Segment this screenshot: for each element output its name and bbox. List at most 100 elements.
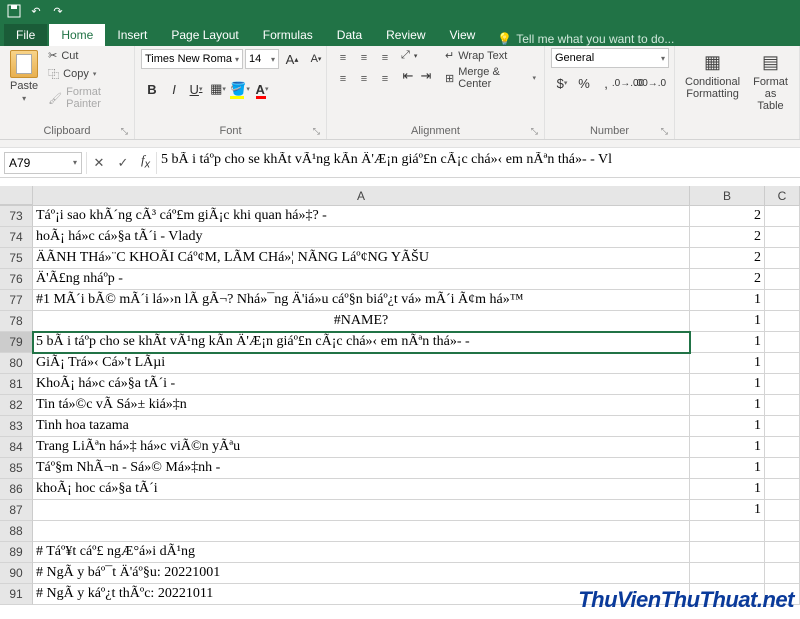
dialog-launcher-icon[interactable]: ⤡ xyxy=(121,126,128,137)
shrink-font-icon[interactable]: A▾ xyxy=(305,48,327,70)
cell[interactable]: 1 xyxy=(690,479,765,500)
merge-center-button[interactable]: ⊞Merge & Center▾ xyxy=(443,65,538,91)
font-color-button[interactable]: A▾ xyxy=(251,78,273,100)
row-header[interactable]: 84 xyxy=(0,437,33,458)
cell[interactable]: 2 xyxy=(690,248,765,269)
cell[interactable]: 2 xyxy=(690,269,765,290)
format-as-table-button[interactable]: ▤ Format as Table xyxy=(748,48,793,114)
align-top-icon[interactable]: ≡ xyxy=(333,48,353,68)
conditional-formatting-button[interactable]: ▦ Conditional Formatting xyxy=(681,48,744,102)
row-header[interactable]: 77 xyxy=(0,290,33,311)
dialog-launcher-icon[interactable]: ⤡ xyxy=(661,126,668,137)
tab-file[interactable]: File xyxy=(4,24,47,46)
orientation-button[interactable]: ⤢▾ xyxy=(399,48,435,63)
cell[interactable] xyxy=(765,206,800,227)
cell[interactable] xyxy=(765,269,800,290)
tab-view[interactable]: View xyxy=(438,24,488,46)
wrap-text-button[interactable]: ↵Wrap Text xyxy=(443,48,538,63)
cell[interactable]: 1 xyxy=(690,332,765,353)
align-right-icon[interactable]: ≡ xyxy=(375,69,395,89)
cell[interactable] xyxy=(765,353,800,374)
cell[interactable]: 2 xyxy=(690,227,765,248)
align-center-icon[interactable]: ≡ xyxy=(354,69,374,89)
cell[interactable] xyxy=(765,248,800,269)
accounting-format-icon[interactable]: $▾ xyxy=(551,72,573,94)
percent-format-icon[interactable]: % xyxy=(573,72,595,94)
name-box[interactable]: A79 ▾ xyxy=(4,152,82,174)
font-name-select[interactable]: Times New Roma▾ xyxy=(141,49,243,69)
border-button[interactable]: ▦▾ xyxy=(207,78,229,100)
cell[interactable]: Tin tá»©c vÃ Sá»± kiá»‡n xyxy=(33,395,690,416)
save-icon[interactable] xyxy=(4,2,24,20)
cell[interactable]: 1 xyxy=(690,311,765,332)
cell[interactable]: 1 xyxy=(690,395,765,416)
cell[interactable] xyxy=(765,311,800,332)
cell[interactable] xyxy=(765,416,800,437)
cell[interactable]: 1 xyxy=(690,458,765,479)
cell[interactable]: 1 xyxy=(690,374,765,395)
row-header[interactable]: 80 xyxy=(0,353,33,374)
cell[interactable]: Táº¡i sao khÃ´ng cÃ³ cáº£m giÃ¡c khi qua… xyxy=(33,206,690,227)
cancel-formula-icon[interactable]: ✕ xyxy=(87,152,111,174)
row-header[interactable]: 91 xyxy=(0,584,33,605)
cell[interactable]: Táº§m NhÃ¬n - Sá»© Má»‡nh - xyxy=(33,458,690,479)
row-header[interactable]: 87 xyxy=(0,500,33,521)
underline-button[interactable]: U▾ xyxy=(185,78,207,100)
cell[interactable] xyxy=(765,500,800,521)
align-bottom-icon[interactable]: ≡ xyxy=(375,48,395,68)
row-header[interactable]: 90 xyxy=(0,563,33,584)
formula-input[interactable]: 5 bÃ i táº­p cho se khÃ­t vÃ¹ng kÃ­n Ä'Æ… xyxy=(157,152,800,174)
cell[interactable]: #1 MÃ´i bÃ© mÃ´i lá»›n lÃ gÃ¬? Nhá»¯ng Ä… xyxy=(33,290,690,311)
cell[interactable] xyxy=(765,479,800,500)
undo-icon[interactable]: ↶ xyxy=(26,2,46,20)
format-painter-button[interactable]: 🖌Format Painter xyxy=(46,85,128,111)
cell[interactable]: hoÃ¡ há»c cá»§a tÃ´i - Vlady xyxy=(33,227,690,248)
row-header[interactable]: 75 xyxy=(0,248,33,269)
row-header[interactable]: 79 xyxy=(0,332,33,353)
cell[interactable]: Tinh hoa tazama xyxy=(33,416,690,437)
decrease-indent-icon[interactable]: ⇤ xyxy=(399,65,417,87)
cell[interactable] xyxy=(765,374,800,395)
tab-formulas[interactable]: Formulas xyxy=(251,24,325,46)
cell[interactable]: Ä'Ã£ng nháº­p - xyxy=(33,269,690,290)
tab-page-layout[interactable]: Page Layout xyxy=(159,24,250,46)
cell[interactable] xyxy=(765,521,800,542)
row-header[interactable]: 89 xyxy=(0,542,33,563)
tab-data[interactable]: Data xyxy=(325,24,374,46)
copy-button[interactable]: ⿻Copy▾ xyxy=(46,65,128,83)
increase-indent-icon[interactable]: ⇥ xyxy=(417,65,435,87)
cell[interactable] xyxy=(690,563,765,584)
row-header[interactable]: 86 xyxy=(0,479,33,500)
cell[interactable] xyxy=(765,437,800,458)
align-left-icon[interactable]: ≡ xyxy=(333,69,353,89)
cell[interactable] xyxy=(765,227,800,248)
tell-me-search[interactable]: 💡 Tell me what you want to do... xyxy=(497,32,674,46)
row-header[interactable]: 78 xyxy=(0,311,33,332)
cell[interactable]: # Táº¥t cáº£ ngÆ°á»i dÃ¹ng xyxy=(33,542,690,563)
fx-icon[interactable]: fx xyxy=(135,152,156,174)
paste-button[interactable]: Paste ▾ xyxy=(6,48,42,105)
cell[interactable]: 1 xyxy=(690,437,765,458)
cell[interactable] xyxy=(690,521,765,542)
cell[interactable] xyxy=(765,458,800,479)
cell[interactable] xyxy=(33,500,690,521)
cell[interactable]: ÄÃNH THá»¨C KHOÃI Cáº¢M, LÃM CHá»¦ NÃNG … xyxy=(33,248,690,269)
cell[interactable]: #NAME? xyxy=(33,311,690,332)
tab-insert[interactable]: Insert xyxy=(105,24,159,46)
cut-button[interactable]: ✂Cut xyxy=(46,48,128,63)
row-header[interactable]: 81 xyxy=(0,374,33,395)
redo-icon[interactable]: ↷ xyxy=(48,2,68,20)
italic-button[interactable]: I xyxy=(163,78,185,100)
dialog-launcher-icon[interactable]: ⤡ xyxy=(313,126,320,137)
row-header[interactable]: 74 xyxy=(0,227,33,248)
cell[interactable] xyxy=(765,542,800,563)
tab-home[interactable]: Home xyxy=(49,24,105,46)
row-header[interactable]: 88 xyxy=(0,521,33,542)
fill-color-button[interactable]: 🪣▾ xyxy=(229,78,251,100)
row-header[interactable]: 85 xyxy=(0,458,33,479)
font-size-select[interactable]: 14▾ xyxy=(245,49,279,69)
row-header[interactable]: 76 xyxy=(0,269,33,290)
cell[interactable]: 1 xyxy=(690,290,765,311)
cell[interactable]: GiÃ¡ Trá»‹ Cá»'t LÃµi xyxy=(33,353,690,374)
row-header[interactable]: 83 xyxy=(0,416,33,437)
